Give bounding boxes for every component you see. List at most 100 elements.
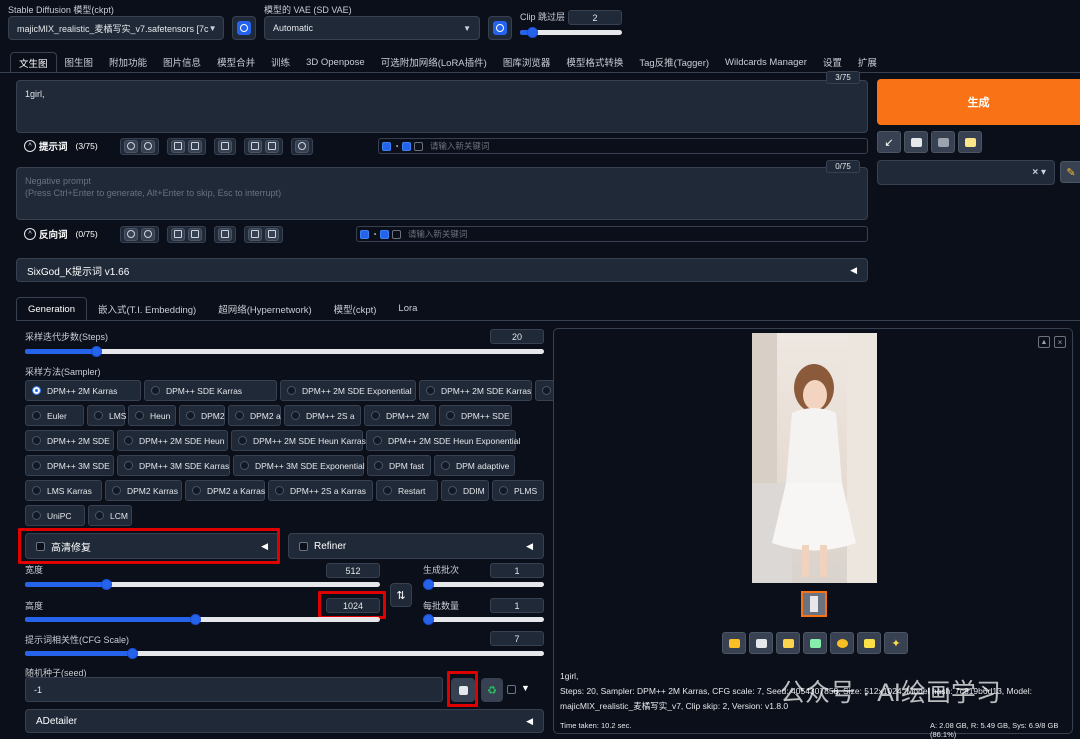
- clip-skip-slider[interactable]: [520, 27, 622, 38]
- sampler-option[interactable]: DPM adaptive: [434, 455, 515, 476]
- batch-size-slider[interactable]: [423, 614, 544, 625]
- prompt-input[interactable]: 1girl,: [16, 80, 868, 133]
- clip-skip-input[interactable]: 2: [568, 10, 622, 25]
- sampler-option[interactable]: DPM++ 2M SDE Heun Karras: [231, 430, 366, 451]
- keyword-input[interactable]: 请输入新关键词: [430, 140, 490, 152]
- refresh-vae-button[interactable]: [488, 16, 512, 40]
- gear-icon[interactable]: [140, 139, 155, 153]
- sampler-option[interactable]: UniPC: [25, 505, 85, 526]
- refresh-ckpt-button[interactable]: [232, 16, 256, 40]
- thumbnail[interactable]: [801, 591, 827, 617]
- checkbox[interactable]: [391, 229, 401, 239]
- sampler-option[interactable]: LCM: [88, 505, 132, 526]
- checkbox[interactable]: [413, 141, 423, 151]
- tab-sub[interactable]: 嵌入式(T.I. Embedding): [87, 297, 207, 320]
- trash-button[interactable]: [931, 131, 955, 153]
- batch-count-input[interactable]: 1: [490, 563, 544, 578]
- close-icon[interactable]: ×: [1054, 336, 1066, 348]
- tab-main[interactable]: 训练: [263, 52, 298, 72]
- tab-main[interactable]: Tag反推(Tagger): [631, 52, 717, 72]
- edit-styles-button[interactable]: ✎: [1060, 161, 1080, 183]
- list-icon[interactable]: [170, 139, 185, 153]
- width-input[interactable]: 512: [326, 563, 380, 578]
- generated-image[interactable]: [752, 333, 877, 583]
- ckpt-select[interactable]: majicMIX_realistic_麦橘写实_v7.safetensors […: [8, 16, 224, 40]
- sampler-option[interactable]: Euler: [25, 405, 84, 426]
- batch-count-slider[interactable]: [423, 579, 544, 590]
- sampler-option[interactable]: DPM2 Karras: [105, 480, 182, 501]
- sampler-option[interactable]: DPM++ 2M Karras: [25, 380, 141, 401]
- tab-main[interactable]: 图生图: [57, 52, 102, 72]
- tab-main[interactable]: 附加功能: [101, 52, 155, 72]
- sampler-option[interactable]: DPM++ 2M SDE Heun Exponential: [366, 430, 520, 451]
- sampler-option[interactable]: DPM fast: [367, 455, 431, 476]
- sampler-option[interactable]: DPM++ 3M SDE Karras: [117, 455, 230, 476]
- swap-dimensions-button[interactable]: ⇅: [390, 583, 412, 607]
- sampler-option[interactable]: DPM++ 3M SDE: [25, 455, 114, 476]
- keyword-input[interactable]: 请输入新关键词: [408, 228, 468, 240]
- paste-button[interactable]: [904, 131, 928, 153]
- steps-slider[interactable]: [25, 346, 544, 357]
- sampler-option[interactable]: DPM++ SDE Karras: [144, 380, 277, 401]
- tab-main[interactable]: 文生图: [10, 52, 57, 72]
- copy-icon[interactable]: [247, 227, 262, 241]
- tab-main[interactable]: 3D Openpose: [298, 52, 373, 72]
- grid-icon[interactable]: [217, 139, 232, 153]
- trash-icon[interactable]: [264, 139, 279, 153]
- checkbox[interactable]: [379, 229, 389, 239]
- tab-main[interactable]: 扩展: [850, 52, 885, 72]
- sampler-option[interactable]: Restart: [376, 480, 438, 501]
- gear-icon[interactable]: [140, 227, 155, 241]
- zip-button[interactable]: [776, 632, 800, 654]
- reuse-seed-button[interactable]: ♻: [481, 678, 503, 702]
- triangle-down-icon[interactable]: ▼: [521, 683, 530, 693]
- adetailer-accordion[interactable]: ADetailer ◀: [25, 709, 544, 733]
- vae-select[interactable]: Automatic ▼: [264, 16, 480, 40]
- bookmark-icon[interactable]: [187, 139, 202, 153]
- sampler-option[interactable]: DPM2 a: [228, 405, 281, 426]
- sampler-option[interactable]: PLMS: [492, 480, 544, 501]
- checkbox[interactable]: [401, 141, 411, 151]
- tab-main[interactable]: Wildcards Manager: [717, 52, 815, 72]
- clear-icon[interactable]: × ▾: [1032, 167, 1046, 178]
- sampler-option[interactable]: DPM++ 2S a Karras: [268, 480, 373, 501]
- collapse-icon[interactable]: ^: [24, 228, 36, 240]
- height-slider[interactable]: [25, 614, 380, 625]
- send-to-inpaint-button[interactable]: [830, 632, 854, 654]
- refiner-accordion[interactable]: Refiner ◀: [288, 533, 544, 559]
- tab-sub[interactable]: 超网络(Hypernetwork): [207, 297, 322, 320]
- bookmark-icon[interactable]: [187, 227, 202, 241]
- sampler-option[interactable]: DPM++ SDE: [439, 405, 512, 426]
- tab-main[interactable]: 模型格式转换: [558, 52, 631, 72]
- checkbox[interactable]: [360, 229, 369, 239]
- sampler-option[interactable]: Heun: [128, 405, 176, 426]
- sampler-option[interactable]: DPM++ 2M SDE: [25, 430, 114, 451]
- sampler-option[interactable]: DPM++ 2M SDE Karras: [419, 380, 532, 401]
- styles-select[interactable]: × ▾: [877, 160, 1055, 185]
- negative-prompt-input[interactable]: Negative prompt (Press Ctrl+Enter to gen…: [16, 167, 868, 220]
- seed-input[interactable]: -1: [25, 677, 443, 702]
- steps-input[interactable]: 20: [490, 329, 544, 344]
- sparkle-button[interactable]: ✦: [884, 632, 908, 654]
- tab-main[interactable]: 模型合并: [209, 52, 263, 72]
- sampler-option[interactable]: DPM++ 2M SDE Exponential: [280, 380, 416, 401]
- settings-icon[interactable]: [294, 139, 309, 153]
- sampler-option[interactable]: DPM++ 2S a: [284, 405, 361, 426]
- refiner-checkbox[interactable]: [299, 541, 308, 551]
- sampler-option[interactable]: DPM++ 2M SDE Heun: [117, 430, 228, 451]
- globe-icon[interactable]: [123, 227, 138, 241]
- batch-size-input[interactable]: 1: [490, 598, 544, 613]
- tab-main[interactable]: 图库浏览器: [495, 52, 559, 72]
- checkbox[interactable]: [382, 141, 391, 151]
- expand-icon[interactable]: ▲: [1038, 336, 1050, 348]
- cfg-input[interactable]: 7: [490, 631, 544, 646]
- sampler-option[interactable]: DPM2 a Karras: [185, 480, 265, 501]
- sampler-option[interactable]: DPM2: [179, 405, 225, 426]
- send-to-img2img-button[interactable]: [803, 632, 827, 654]
- tab-main[interactable]: 图片信息: [155, 52, 209, 72]
- trash-icon[interactable]: [264, 227, 279, 241]
- sampler-option[interactable]: DDIM: [441, 480, 489, 501]
- globe-icon[interactable]: [123, 139, 138, 153]
- tab-sub[interactable]: Lora: [387, 297, 428, 320]
- collapse-icon[interactable]: ^: [24, 140, 36, 152]
